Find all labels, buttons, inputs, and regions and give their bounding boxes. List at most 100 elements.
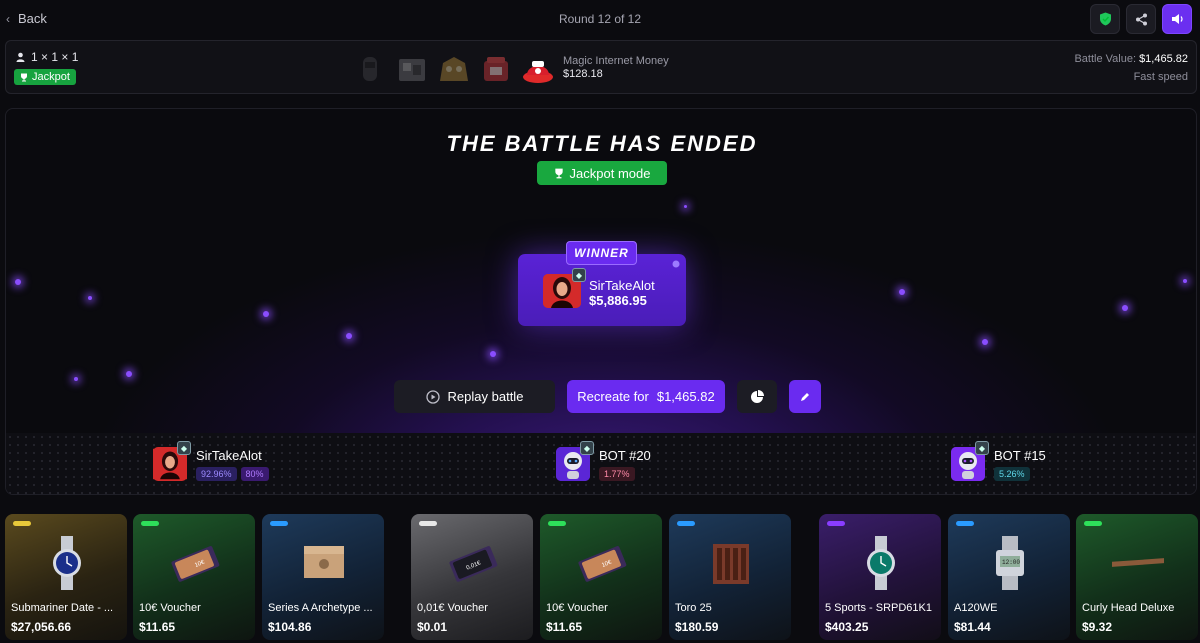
share-badge: 80% xyxy=(240,466,269,481)
item-price: $27,056.66 xyxy=(11,620,72,634)
recreate-price: $1,465.82 xyxy=(656,389,715,404)
edit-button[interactable] xyxy=(789,380,821,413)
avatar: ◆ xyxy=(153,441,191,481)
pencil-icon xyxy=(801,392,809,401)
voucher-image: 10€ xyxy=(171,546,220,582)
replay-label: Replay battle xyxy=(447,389,524,404)
trophy-icon xyxy=(21,73,27,81)
battle-mode-label: 1 × 1 × 1 xyxy=(31,50,79,64)
jackpot-badge: Jackpot xyxy=(14,69,76,85)
battle-mode: 1 × 1 × 1 xyxy=(16,50,78,64)
particle xyxy=(899,289,905,295)
level-badge: ◆ xyxy=(177,441,191,455)
case-item[interactable] xyxy=(395,53,429,85)
battle-value: $1,465.82 xyxy=(1139,53,1188,65)
item-name: 5 Sports - SRPD61K1 xyxy=(825,602,932,614)
user-icon xyxy=(16,52,25,62)
cigar-box-image xyxy=(713,544,749,584)
item-price: $104.86 xyxy=(268,620,312,634)
item-name: 10€ Voucher xyxy=(546,602,608,614)
recreate-label: Recreate for xyxy=(577,389,649,404)
fairness-button[interactable] xyxy=(1090,4,1120,34)
case-item[interactable] xyxy=(437,53,471,85)
current-case-info: Magic Internet Money $128.18 xyxy=(563,55,669,80)
item-name: Toro 25 xyxy=(675,602,712,614)
item-name: A120WE xyxy=(954,602,998,614)
item-name: Submariner Date - ... xyxy=(11,602,114,614)
player-card: ◆ BOT #15 5.26% xyxy=(951,441,1046,481)
particle xyxy=(88,296,92,300)
item-price: $11.65 xyxy=(546,620,583,634)
top-bar: ‹ Back Round 12 of 12 xyxy=(0,0,1200,38)
item-card[interactable]: 10€ 10€ Voucher $11.65 xyxy=(133,514,255,640)
win-chance-badge: 92.96% xyxy=(196,466,237,481)
case-image xyxy=(484,57,508,81)
rarity-strip xyxy=(548,521,566,526)
case-image xyxy=(523,61,553,83)
avatar: ◆ xyxy=(951,441,989,481)
item-price: $403.25 xyxy=(825,620,869,634)
item-price: $11.65 xyxy=(139,620,176,634)
case-item-active[interactable] xyxy=(521,53,555,85)
item-price: $180.59 xyxy=(675,620,719,634)
pie-icon xyxy=(672,260,680,268)
back-button[interactable]: ‹ Back xyxy=(6,11,47,26)
item-price: $9.32 xyxy=(1082,620,1113,634)
voucher-image: 10€ xyxy=(578,546,627,582)
particle xyxy=(126,371,132,377)
player-card: ◆ BOT #20 1.77% xyxy=(556,441,651,481)
particle xyxy=(15,279,21,285)
share-button[interactable] xyxy=(1126,4,1156,34)
jackpot-mode-label: Jackpot mode xyxy=(569,165,651,181)
player-card: ◆ SirTakeAlot 92.96% 80% xyxy=(153,441,269,481)
chevron-left-icon: ‹ xyxy=(6,11,10,26)
back-label: Back xyxy=(18,11,47,26)
particle xyxy=(1122,305,1128,311)
rarity-strip xyxy=(141,521,159,526)
item-name: 10€ Voucher xyxy=(139,602,201,614)
particle xyxy=(1183,279,1187,283)
particle xyxy=(346,333,352,339)
rarity-strip xyxy=(13,521,31,526)
case-list xyxy=(353,53,555,85)
item-price: $0.01 xyxy=(417,620,448,634)
level-badge: ◆ xyxy=(572,268,586,282)
pie-chart-icon xyxy=(751,389,764,403)
stats-button[interactable] xyxy=(737,380,777,413)
case-image xyxy=(399,59,425,81)
watch-image xyxy=(867,536,895,590)
particle xyxy=(684,205,687,208)
item-card[interactable]: Series A Archetype ... $104.86 xyxy=(262,514,384,640)
item-card[interactable]: 10€ 10€ Voucher $11.65 xyxy=(540,514,662,640)
level-badge: ◆ xyxy=(580,441,594,455)
item-card[interactable]: 0,01€ 0,01€ Voucher $0.01 xyxy=(411,514,533,640)
item-card[interactable]: Curly Head Deluxe $9.32 xyxy=(1076,514,1198,640)
speaker-icon xyxy=(1171,14,1183,24)
item-card[interactable]: Submariner Date - ... $27,056.66 xyxy=(5,514,127,640)
particle xyxy=(74,377,78,381)
replay-battle-button[interactable]: Replay battle xyxy=(394,380,555,413)
item-card[interactable]: 5 Sports - SRPD61K1 $403.25 xyxy=(819,514,941,640)
case-price: $128.18 xyxy=(563,68,603,80)
win-chance-badge: 5.26% xyxy=(994,466,1030,481)
item-card[interactable]: 12:00 A120WE $81.44 xyxy=(948,514,1070,640)
winner-name: SirTakeAlot xyxy=(589,278,655,293)
win-chance-badge: 1.77% xyxy=(599,466,635,481)
battle-stage: THE BATTLE HAS ENDED Jackpot mode WINNER… xyxy=(5,108,1197,495)
case-item[interactable] xyxy=(479,53,513,85)
item-name: 0,01€ Voucher xyxy=(417,602,488,614)
top-actions xyxy=(1090,4,1192,34)
player-name: BOT #15 xyxy=(994,447,1046,463)
particle xyxy=(263,311,269,317)
sound-button[interactable] xyxy=(1162,4,1192,34)
battle-info-bar: 1 × 1 × 1 Jackpot Magic Internet Money $… xyxy=(5,40,1197,94)
watch-image xyxy=(53,536,81,590)
particle xyxy=(982,339,988,345)
recreate-battle-button[interactable]: Recreate for $1,465.82 xyxy=(567,380,725,413)
item-card[interactable]: Toro 25 $180.59 xyxy=(669,514,791,640)
case-item[interactable] xyxy=(353,53,387,85)
battle-value-label: Battle Value: xyxy=(1074,53,1136,65)
svg-text:12:00: 12:00 xyxy=(1002,559,1020,566)
speed-label: Fast speed xyxy=(1133,71,1188,83)
trophy-icon xyxy=(554,168,563,178)
